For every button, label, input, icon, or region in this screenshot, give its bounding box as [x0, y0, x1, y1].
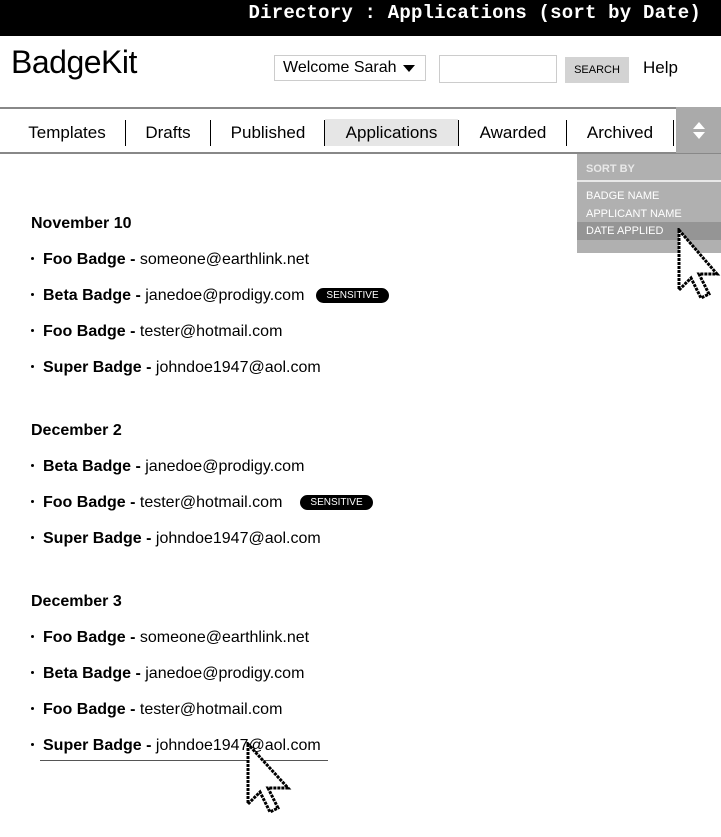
bullet: [31, 464, 34, 468]
user-menu-dropdown[interactable]: Welcome Sarah: [274, 55, 426, 81]
applicant-email: tester@hotmail.com: [139, 323, 283, 340]
badge-name: Foo Badge -: [43, 323, 136, 340]
bullet: [31, 500, 34, 504]
bullet: [31, 293, 34, 297]
list-item[interactable]: Super Badge - johndoe1947@aol.com: [31, 530, 321, 548]
bullet: [31, 743, 34, 747]
group-date: November 10: [31, 215, 132, 232]
sort-toggle-button[interactable]: [676, 107, 721, 153]
list-item[interactable]: Foo Badge - tester@hotmail.com: [31, 701, 282, 719]
search-input[interactable]: [439, 55, 557, 83]
list-item[interactable]: Super Badge - johndoe1947@aol.com: [31, 359, 321, 377]
sort-up-icon: [693, 122, 705, 129]
mouse-cursor-icon: [677, 228, 721, 300]
list-item[interactable]: Beta Badge - janedoe@prodigy.com SENSITIV…: [31, 287, 389, 305]
tab-divider: [125, 120, 126, 146]
list-item[interactable]: Foo Badge - tester@hotmail.com SENSITIVE: [31, 494, 373, 512]
tab-archived[interactable]: Archived: [578, 121, 662, 145]
list-item[interactable]: Beta Badge - janedoe@prodigy.com: [31, 665, 304, 683]
applicant-email: someone@earthlink.net: [139, 251, 310, 268]
badge-name: Super Badge -: [43, 530, 152, 547]
badge-name: Foo Badge -: [43, 494, 136, 511]
applicant-email: johndoe1947@aol.com: [155, 359, 321, 376]
tab-awarded[interactable]: Awarded: [470, 121, 556, 145]
applicant-email: someone@earthlink.net: [139, 629, 310, 646]
sensitive-badge: SENSITIVE: [300, 495, 373, 510]
applicant-email: johndoe1947@aol.com: [155, 737, 321, 754]
bullet: [31, 257, 34, 261]
bullet: [31, 635, 34, 639]
welcome-label: Welcome Sarah: [283, 59, 397, 76]
logo[interactable]: BadgeKit: [11, 44, 137, 81]
tab-divider: [566, 120, 567, 146]
chevron-down-icon: [403, 65, 415, 72]
group-date: December 2: [31, 422, 122, 439]
bullet: [31, 329, 34, 333]
badge-name: Foo Badge -: [43, 629, 136, 646]
sort-option-applicant-name[interactable]: APPLICANT NAME: [577, 205, 721, 223]
badge-name: Foo Badge -: [43, 701, 136, 718]
list-item[interactable]: Foo Badge - tester@hotmail.com: [31, 323, 282, 341]
applicant-email: tester@hotmail.com: [139, 701, 283, 718]
tab-divider: [210, 120, 211, 146]
sort-option-badge-name[interactable]: BADGE NAME: [577, 187, 721, 205]
mouse-cursor-icon: [246, 742, 292, 815]
tab-templates[interactable]: Templates: [20, 121, 114, 145]
badge-name: Beta Badge -: [43, 287, 141, 304]
list-item[interactable]: Beta Badge - janedoe@prodigy.com: [31, 458, 304, 476]
bullet: [31, 671, 34, 675]
applicant-email: janedoe@prodigy.com: [145, 287, 305, 304]
bullet: [31, 707, 34, 711]
badge-name: Foo Badge -: [43, 251, 136, 268]
tab-bar: Templates Drafts Published Applications …: [0, 107, 721, 154]
applicant-email: janedoe@prodigy.com: [145, 458, 305, 475]
help-link[interactable]: Help: [643, 58, 678, 78]
tab-applications[interactable]: Applications: [325, 119, 458, 146]
tab-divider: [458, 120, 459, 146]
tab-published[interactable]: Published: [221, 121, 315, 145]
sort-down-icon: [693, 132, 705, 139]
list-item[interactable]: Foo Badge - someone@earthlink.net: [31, 629, 309, 647]
badge-name: Super Badge -: [43, 359, 152, 376]
sort-menu-heading: SORT BY: [586, 163, 635, 175]
sensitive-badge: SENSITIVE: [316, 288, 389, 303]
sort-menu-divider: [577, 180, 721, 182]
title-bar-text: Directory : Applications (sort by Date): [248, 2, 701, 24]
applicant-email: tester@hotmail.com: [139, 494, 283, 511]
list-item[interactable]: Foo Badge - someone@earthlink.net: [31, 251, 309, 269]
badge-name: Beta Badge -: [43, 665, 141, 682]
group-date: December 3: [31, 593, 122, 610]
bullet: [31, 536, 34, 540]
tab-divider: [673, 120, 674, 146]
badge-name: Beta Badge -: [43, 458, 141, 475]
badge-name: Super Badge -: [43, 737, 152, 754]
title-bar: Directory : Applications (sort by Date): [0, 0, 721, 36]
applicant-email: janedoe@prodigy.com: [145, 665, 305, 682]
search-button[interactable]: SEARCH: [565, 57, 629, 83]
bullet: [31, 365, 34, 369]
tab-drafts[interactable]: Drafts: [136, 121, 200, 145]
applicant-email: johndoe1947@aol.com: [155, 530, 321, 547]
